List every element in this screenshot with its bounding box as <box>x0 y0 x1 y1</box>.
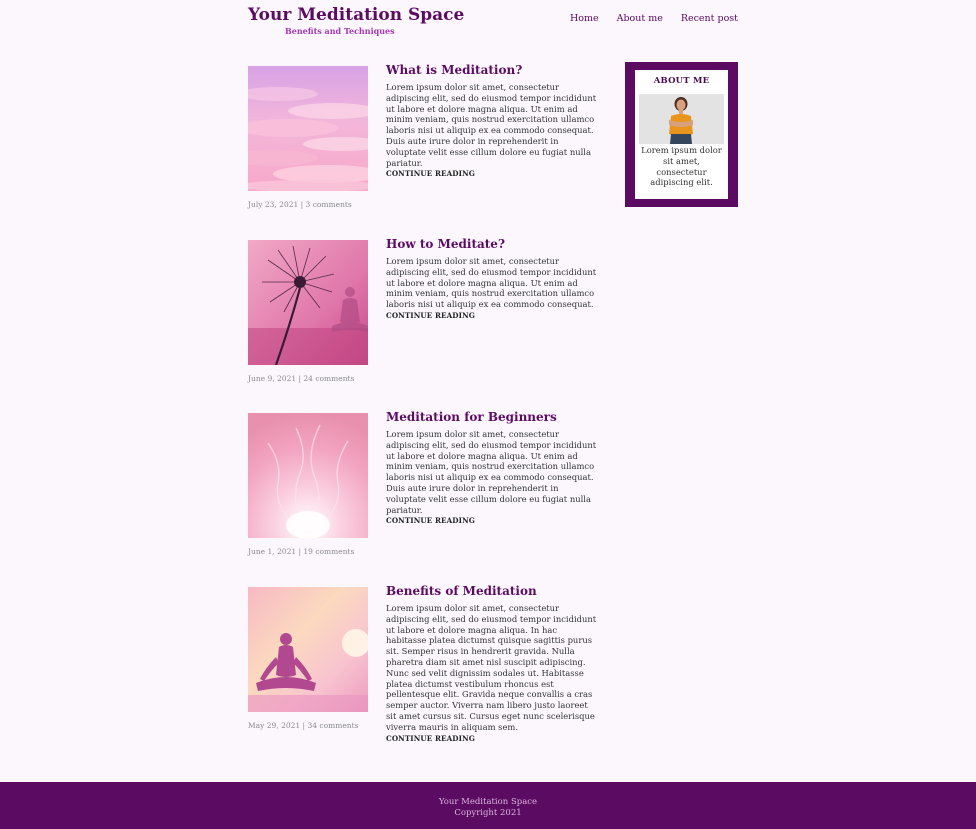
nav-recent-post[interactable]: Recent post <box>681 13 738 24</box>
post-meta: June 9, 2021 | 24 comments <box>248 374 355 383</box>
post-card: Benefits of Meditation Lorem ipsum dolor… <box>248 584 600 747</box>
pink-flame-image[interactable] <box>248 413 368 538</box>
post-body: Benefits of Meditation Lorem ipsum dolor… <box>386 584 598 743</box>
post-meta: June 1, 2021 | 19 comments <box>248 547 355 556</box>
post-excerpt: Lorem ipsum dolor sit amet, consectetur … <box>386 603 597 732</box>
nav-about-me[interactable]: About me <box>617 13 663 24</box>
lotus-pose-silhouette-image[interactable] <box>248 587 368 712</box>
post-body: How to Meditate? Lorem ipsum dolor sit a… <box>386 237 598 320</box>
footer-site-name: Your Meditation Space <box>438 797 538 807</box>
main-nav: Home About me Recent post <box>570 13 738 24</box>
woman-portrait-avatar <box>639 94 724 144</box>
post-meta: May 29, 2021 | 34 comments <box>248 721 359 730</box>
post-title[interactable]: Meditation for Beginners <box>386 410 598 424</box>
site-title[interactable]: Your Meditation Space <box>248 5 464 25</box>
footer-copyright: Copyright 2021 <box>454 808 522 818</box>
about-me-heading: ABOUT ME <box>653 76 710 86</box>
post-title[interactable]: What is Meditation? <box>386 63 598 77</box>
post-card: Meditation for Beginners Lorem ipsum dol… <box>248 410 600 563</box>
site-header: Your Meditation Space Benefits and Techn… <box>248 5 738 37</box>
post-title[interactable]: How to Meditate? <box>386 237 598 251</box>
post-excerpt: Lorem ipsum dolor sit amet, consectetur … <box>386 429 597 515</box>
site-subtitle: Benefits and Techniques <box>285 26 395 36</box>
continue-reading-link[interactable]: CONTINUE READING <box>386 311 598 320</box>
continue-reading-link[interactable]: CONTINUE READING <box>386 169 598 178</box>
post-excerpt: Lorem ipsum dolor sit amet, consectetur … <box>386 256 597 310</box>
about-me-card: ABOUT ME Lorem ipsum dolor sit amet, con… <box>635 70 728 199</box>
about-me-widget: ABOUT ME Lorem ipsum dolor sit amet, con… <box>625 62 738 207</box>
pink-clouds-sky-image[interactable] <box>248 66 368 191</box>
post-card: What is Meditation? Lorem ipsum dolor si… <box>248 63 600 216</box>
continue-reading-link[interactable]: CONTINUE READING <box>386 516 598 525</box>
post-body: Meditation for Beginners Lorem ipsum dol… <box>386 410 598 525</box>
continue-reading-link[interactable]: CONTINUE READING <box>386 734 598 743</box>
post-body: What is Meditation? Lorem ipsum dolor si… <box>386 63 598 178</box>
nav-home[interactable]: Home <box>570 13 599 24</box>
site-footer: Your Meditation Space Copyright 2021 <box>0 782 976 829</box>
post-excerpt: Lorem ipsum dolor sit amet, consectetur … <box>386 82 597 168</box>
post-card: How to Meditate? Lorem ipsum dolor sit a… <box>248 237 600 390</box>
about-me-text: Lorem ipsum dolor sit amet, consectetur … <box>641 145 722 188</box>
post-title[interactable]: Benefits of Meditation <box>386 584 598 598</box>
post-meta: July 23, 2021 | 3 comments <box>248 200 352 209</box>
dandelion-meditation-image[interactable] <box>248 240 368 365</box>
